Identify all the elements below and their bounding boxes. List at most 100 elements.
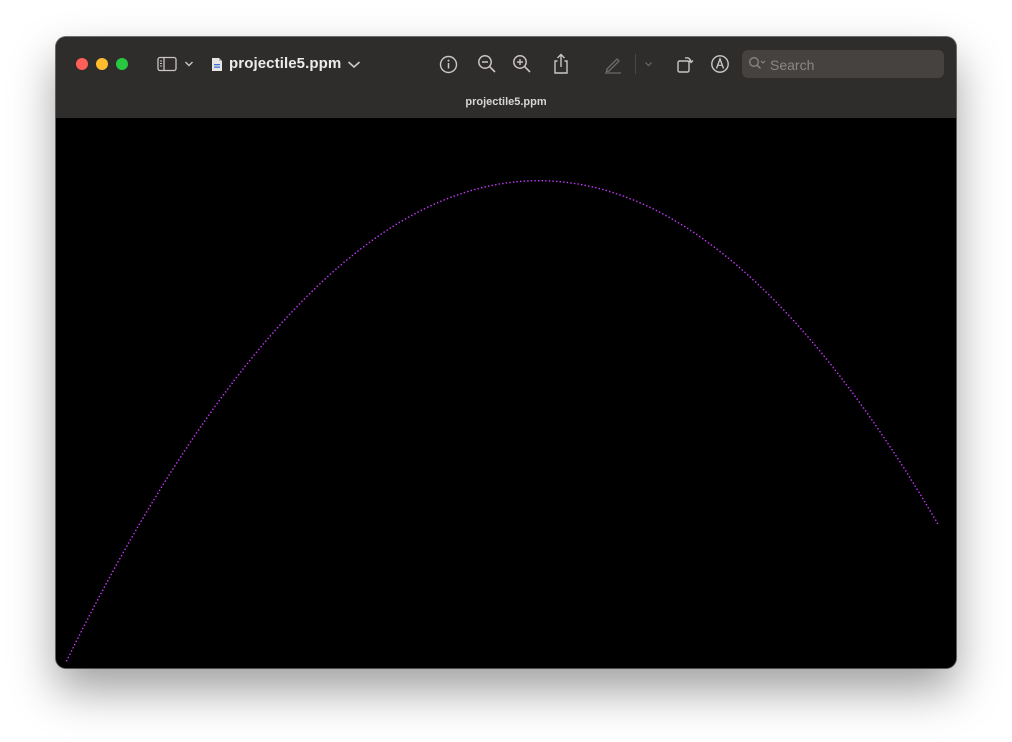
trajectory-point — [296, 305, 298, 308]
title-chevron-down-icon[interactable] — [346, 52, 362, 76]
trajectory-point — [427, 206, 429, 208]
trajectory-point — [227, 388, 229, 390]
trajectory-point — [889, 446, 891, 448]
trajectory-point — [124, 548, 126, 550]
trajectory-point — [408, 216, 410, 218]
trajectory-point — [265, 340, 267, 342]
trajectory-point — [807, 336, 809, 338]
trajectory-point — [443, 199, 445, 201]
trajectory-point — [877, 428, 879, 430]
trajectory-point — [530, 180, 533, 182]
trajectory-point — [552, 180, 554, 182]
trajectory-point — [548, 180, 551, 182]
trajectory-point — [730, 259, 732, 262]
trajectory-point — [710, 244, 713, 246]
trajectory-point — [931, 513, 933, 515]
trajectory-point — [95, 602, 97, 604]
trajectory-point — [935, 519, 937, 521]
trajectory-point — [684, 225, 686, 228]
trajectory-point — [509, 181, 511, 184]
close-button[interactable] — [76, 58, 88, 70]
trajectory-point — [534, 180, 536, 182]
trajectory-point — [75, 640, 77, 643]
trajectory-point — [122, 551, 124, 554]
zoom-out-icon[interactable] — [476, 52, 498, 76]
trajectory-point — [274, 329, 276, 332]
trajectory-point — [436, 202, 439, 204]
trajectory-point — [668, 216, 670, 219]
trajectory-point — [374, 237, 376, 239]
trajectory-point — [914, 485, 916, 487]
trajectory-point — [155, 495, 157, 498]
trajectory-point — [632, 199, 635, 201]
trajectory-point — [417, 211, 419, 213]
trajectory-point — [505, 182, 508, 184]
trajectory-point — [744, 271, 746, 274]
trajectory-point — [591, 186, 593, 188]
trajectory-point — [351, 254, 354, 257]
document-title[interactable]: projectile5.ppm — [229, 53, 341, 75]
trajectory-point — [129, 539, 132, 541]
trajectory-point — [780, 306, 782, 309]
trajectory-point — [908, 476, 911, 478]
trajectory-point — [242, 368, 244, 370]
trajectory-point — [881, 434, 883, 436]
trajectory-point — [773, 299, 775, 301]
trajectory-point — [208, 414, 210, 416]
trajectory-point — [377, 235, 379, 237]
trajectory-point — [722, 253, 724, 255]
trajectory-point — [598, 187, 600, 190]
trajectory-point — [327, 275, 329, 278]
minimize-button[interactable] — [96, 58, 108, 70]
trajectory-point — [298, 303, 301, 305]
trajectory-point — [100, 592, 102, 595]
trajectory-point — [423, 208, 426, 210]
trajectory-point — [332, 271, 334, 273]
trajectory-point — [912, 482, 915, 484]
trajectory-point — [133, 532, 135, 535]
trajectory-point — [174, 465, 176, 467]
trajectory-point — [512, 181, 515, 183]
search-input[interactable] — [768, 54, 942, 76]
trajectory-point — [178, 459, 180, 461]
trajectory-point — [450, 196, 452, 198]
share-icon[interactable] — [551, 52, 571, 76]
trajectory-point — [828, 361, 830, 363]
trajectory-point — [269, 335, 272, 337]
trajectory-point — [255, 351, 258, 353]
trajectory-point — [135, 529, 137, 532]
zoom-in-icon[interactable] — [511, 52, 533, 76]
trajectory-point — [67, 656, 69, 659]
trajectory-point — [713, 246, 715, 248]
trajectory-point — [636, 200, 638, 203]
trajectory-point — [117, 561, 119, 563]
trajectory-point — [477, 187, 479, 190]
trajectory-point — [195, 432, 198, 434]
trajectory-point — [775, 301, 777, 303]
trajectory-point — [757, 283, 759, 286]
markup-chevron-down-icon[interactable] — [642, 52, 654, 76]
annotate-icon[interactable] — [709, 52, 731, 76]
info-icon[interactable] — [438, 52, 458, 76]
trajectory-point — [240, 371, 242, 373]
trajectory-point — [404, 218, 407, 220]
rotate-icon[interactable] — [674, 52, 696, 76]
trajectory-point — [224, 391, 227, 393]
trajectory-point — [105, 583, 107, 585]
markup-pen-icon[interactable] — [602, 52, 624, 76]
trajectory-point — [619, 194, 621, 196]
trajectory-point — [470, 189, 472, 192]
zoom-button[interactable] — [116, 58, 128, 70]
trajectory-point — [93, 605, 95, 607]
window-subtitle: projectile5.ppm — [465, 96, 547, 108]
sidebar-icon[interactable] — [156, 52, 178, 76]
trajectory-point — [83, 624, 86, 626]
search-field[interactable] — [742, 50, 944, 78]
trajectory-point — [314, 288, 316, 290]
trajectory-point — [218, 399, 220, 402]
trajectory-point — [340, 264, 342, 266]
trajectory-point — [563, 181, 565, 183]
chevron-down-icon[interactable] — [182, 52, 196, 76]
trajectory-point — [903, 467, 905, 469]
trajectory-point — [814, 344, 816, 346]
